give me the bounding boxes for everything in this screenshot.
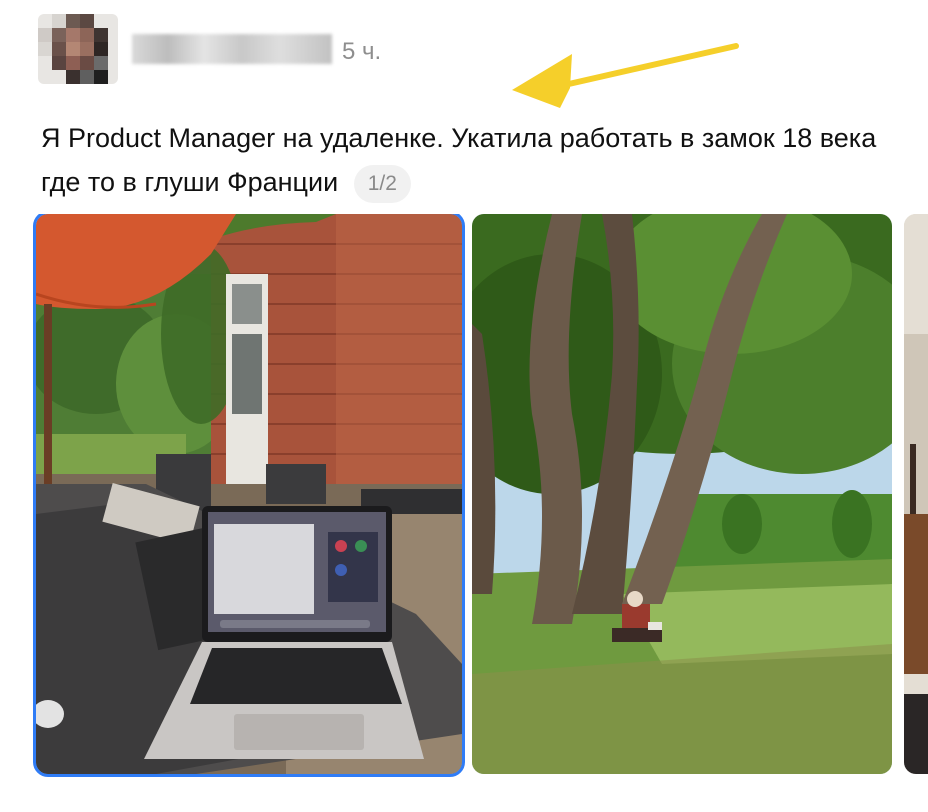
author-name-blurred[interactable] [132, 34, 332, 64]
post-timestamp: 5 ч. [342, 38, 382, 65]
image-counter-badge: 1/2 [353, 164, 411, 203]
post-text: Я Product Manager на удаленке. Укатила р… [41, 116, 921, 204]
photo-next-partial[interactable] [904, 214, 928, 774]
author-avatar[interactable] [38, 14, 118, 84]
post-body: Я Product Manager на удаленке. Укатила р… [41, 123, 877, 197]
photo-castle-garden-trees[interactable] [472, 214, 892, 774]
arrow-left-icon [512, 43, 739, 108]
photo-laptop-on-terrace[interactable] [33, 214, 465, 777]
image-carousel[interactable] [0, 214, 928, 780]
